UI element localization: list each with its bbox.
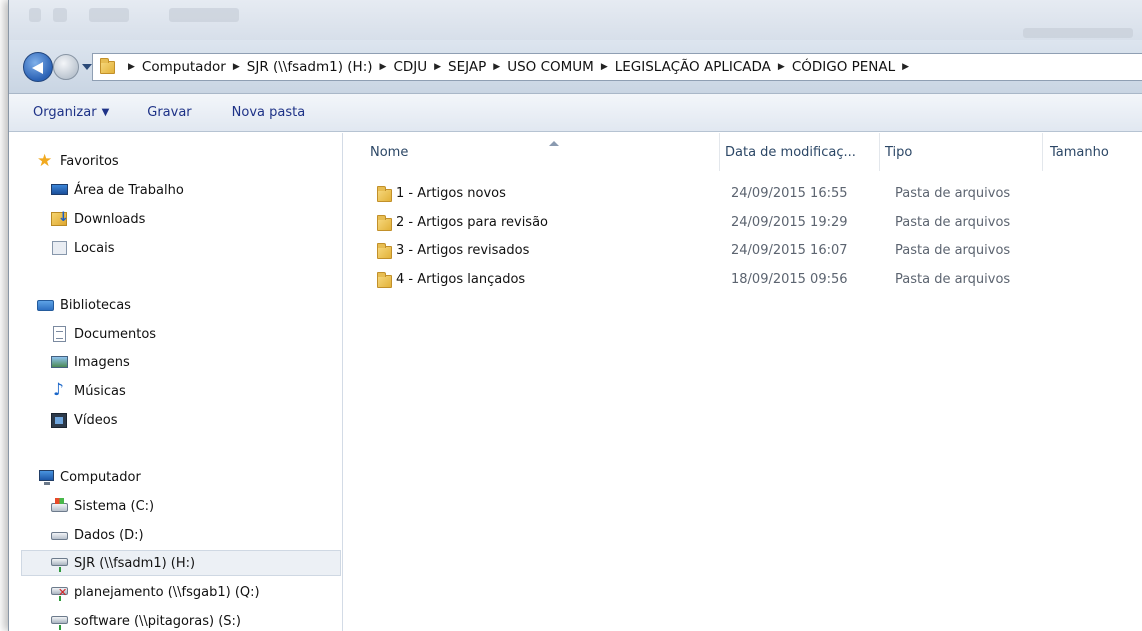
table-row[interactable]: 1 - Artigos novos 24/09/2015 16:55 Pasta… bbox=[344, 180, 1142, 206]
hard-drive-icon bbox=[51, 527, 69, 543]
file-list: Nome Data de modificaç... Tipo Tamanho 1… bbox=[344, 133, 1142, 631]
libraries-icon bbox=[37, 297, 55, 313]
file-name: 1 - Artigos novos bbox=[396, 185, 506, 201]
network-drive-icon bbox=[51, 613, 69, 630]
file-type: Pasta de arquivos bbox=[895, 185, 1011, 201]
folder-icon bbox=[376, 237, 394, 263]
file-type: Pasta de arquivos bbox=[895, 214, 1011, 230]
chevron-right-icon[interactable]: ▶ bbox=[380, 62, 387, 72]
music-note-icon: ♪ bbox=[53, 380, 64, 400]
nav-downloads[interactable]: Downloads bbox=[51, 206, 145, 232]
column-header-name[interactable]: Nome bbox=[364, 133, 719, 171]
column-header-type[interactable]: Tipo bbox=[879, 133, 1042, 171]
command-bar: Organizar ▼ Gravar Nova pasta bbox=[9, 94, 1142, 132]
search-box[interactable] bbox=[1023, 28, 1133, 38]
system-drive-icon bbox=[51, 498, 69, 514]
folder-icon bbox=[376, 266, 394, 292]
file-type: Pasta de arquivos bbox=[895, 242, 1011, 258]
disconnected-network-drive-icon bbox=[51, 584, 69, 601]
file-name: 2 - Artigos para revisão bbox=[396, 214, 549, 230]
title-bar bbox=[9, 0, 1142, 40]
file-type: Pasta de arquivos bbox=[895, 271, 1011, 287]
nav-drive-c[interactable]: Sistema (C:) bbox=[51, 493, 154, 519]
folder-icon bbox=[376, 209, 394, 235]
nav-favorites[interactable]: ★ Favoritos bbox=[37, 148, 119, 174]
breadcrumb-sjr[interactable]: ▶ SJR (\\fsadm1) (H:) bbox=[226, 59, 373, 75]
nav-libraries[interactable]: Bibliotecas bbox=[37, 292, 131, 318]
file-date: 18/09/2015 09:56 bbox=[731, 271, 848, 287]
file-name: 3 - Artigos revisados bbox=[396, 242, 530, 258]
address-bar[interactable]: ▶ Computador ▶ SJR (\\fsadm1) (H:) ▶ CDJU ▶… bbox=[92, 53, 1142, 81]
file-date: 24/09/2015 16:07 bbox=[731, 242, 848, 258]
burn-button[interactable]: Gravar bbox=[147, 105, 191, 120]
column-header-date[interactable]: Data de modificaç... bbox=[719, 133, 879, 171]
star-icon: ★ bbox=[37, 151, 53, 171]
quick-access-toolbar[interactable] bbox=[169, 8, 239, 22]
computer-icon bbox=[37, 469, 55, 485]
breadcrumb-uso-comum[interactable]: ▶ USO COMUM bbox=[486, 59, 594, 75]
quick-access-icon[interactable] bbox=[29, 8, 41, 22]
chevron-down-icon: ▼ bbox=[101, 107, 110, 118]
nav-documents[interactable]: Documentos bbox=[51, 321, 156, 347]
chevron-right-icon[interactable]: ▶ bbox=[778, 62, 785, 72]
nav-drive-q[interactable]: planejamento (\\fsgab1) (Q:) bbox=[51, 579, 260, 605]
table-row[interactable]: 4 - Artigos lançados 18/09/2015 09:56 Pa… bbox=[344, 266, 1142, 292]
undo-icon[interactable] bbox=[89, 8, 129, 22]
breadcrumb-end[interactable]: ▶ bbox=[895, 62, 916, 72]
network-drive-icon bbox=[51, 555, 69, 572]
chevron-right-icon[interactable]: ▶ bbox=[601, 62, 608, 72]
forward-arrow-icon[interactable] bbox=[53, 54, 79, 80]
nav-music[interactable]: ♪ Músicas bbox=[51, 378, 126, 404]
file-date: 24/09/2015 19:29 bbox=[731, 214, 848, 230]
pictures-icon bbox=[51, 354, 69, 370]
nav-videos[interactable]: Vídeos bbox=[51, 407, 117, 433]
downloads-icon bbox=[51, 210, 69, 227]
recent-places-icon bbox=[51, 240, 69, 256]
recent-pages-dropdown-icon[interactable] bbox=[82, 64, 92, 70]
nav-pictures[interactable]: Imagens bbox=[51, 349, 130, 375]
desktop-icon bbox=[51, 182, 69, 198]
column-divider[interactable] bbox=[1042, 133, 1043, 171]
organize-button[interactable]: Organizar ▼ bbox=[33, 105, 109, 120]
table-row[interactable]: 3 - Artigos revisados 24/09/2015 16:07 P… bbox=[344, 237, 1142, 263]
breadcrumb-computador[interactable]: ▶ Computador bbox=[125, 59, 226, 75]
explorer-window: ▶ Computador ▶ SJR (\\fsadm1) (H:) ▶ CDJU ▶… bbox=[8, 0, 1142, 631]
file-name: 4 - Artigos lançados bbox=[396, 271, 526, 287]
file-date: 24/09/2015 16:55 bbox=[731, 185, 848, 201]
column-header-size[interactable]: Tamanho bbox=[1044, 133, 1142, 171]
chevron-right-icon[interactable]: ▶ bbox=[434, 62, 441, 72]
nav-drive-h[interactable]: SJR (\\fsadm1) (H:) bbox=[21, 550, 341, 576]
nav-locais[interactable]: Locais bbox=[51, 235, 114, 261]
sort-ascending-icon bbox=[549, 141, 559, 146]
nav-computer[interactable]: Computador bbox=[37, 464, 141, 490]
document-icon bbox=[51, 326, 69, 342]
nav-drive-s[interactable]: software (\\pitagoras) (S:) bbox=[51, 608, 241, 631]
folder-icon bbox=[376, 180, 394, 206]
navigation-bar: ▶ Computador ▶ SJR (\\fsadm1) (H:) ▶ CDJU ▶… bbox=[9, 40, 1142, 94]
breadcrumb-codigo-penal[interactable]: ▶ CÓDIGO PENAL bbox=[771, 59, 895, 75]
new-folder-button[interactable]: Nova pasta bbox=[232, 105, 306, 120]
folder-icon bbox=[99, 58, 117, 75]
save-icon[interactable] bbox=[53, 8, 67, 22]
nav-desktop[interactable]: Área de Trabalho bbox=[51, 177, 184, 203]
chevron-right-icon[interactable]: ▶ bbox=[128, 62, 135, 72]
breadcrumb-cdju[interactable]: ▶ CDJU bbox=[373, 59, 428, 75]
film-icon bbox=[51, 412, 69, 428]
chevron-right-icon[interactable]: ▶ bbox=[233, 62, 240, 72]
back-arrow-icon[interactable] bbox=[23, 52, 53, 82]
chevron-right-icon[interactable]: ▶ bbox=[493, 62, 500, 72]
table-row[interactable]: 2 - Artigos para revisão 24/09/2015 19:2… bbox=[344, 209, 1142, 235]
nav-drive-d[interactable]: Dados (D:) bbox=[51, 522, 144, 548]
chevron-right-icon[interactable]: ▶ bbox=[902, 62, 909, 72]
navigation-pane: ★ Favoritos Área de Trabalho Downloads L… bbox=[9, 133, 343, 631]
breadcrumb-sejap[interactable]: ▶ SEJAP bbox=[427, 59, 486, 75]
breadcrumb-legislacao[interactable]: ▶ LEGISLAÇÃO APLICADA bbox=[594, 59, 771, 75]
